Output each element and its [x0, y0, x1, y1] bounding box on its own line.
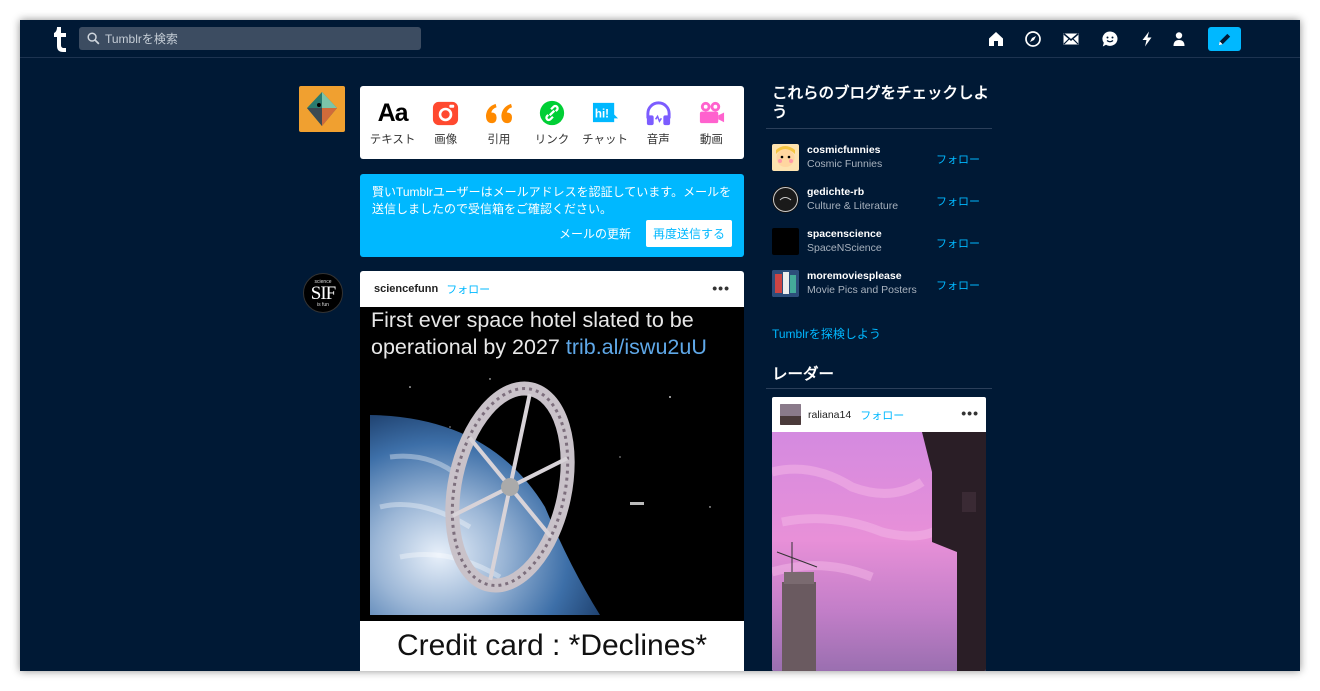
search-input[interactable] [105, 31, 405, 46]
recommended-blog-item[interactable]: cosmicfunnies Cosmic Funnies フォロー [772, 142, 992, 172]
inbox-icon[interactable] [1061, 29, 1081, 49]
quote-icon [486, 103, 513, 123]
blog-name[interactable]: cosmicfunnies [807, 144, 881, 156]
radar-post-header: raliana14 フォロー ••• [772, 397, 986, 432]
follow-button[interactable]: フォロー [936, 235, 980, 251]
post-type-label: 引用 [487, 134, 511, 146]
pencil-icon [1218, 33, 1231, 45]
recommended-blog-item[interactable]: spacenscience SpaceNScience フォロー [772, 226, 992, 256]
account-icon[interactable] [1169, 29, 1189, 49]
sunset-sky-image [772, 432, 986, 671]
meme-text: Credit card : *Declines* [396, 629, 708, 662]
search-bar[interactable] [79, 27, 421, 50]
blog-title: Culture & Literature [807, 200, 899, 212]
post-type-quote[interactable]: 引用 [473, 98, 525, 147]
post-type-audio[interactable]: 音声 [632, 98, 684, 147]
resend-button[interactable]: 再度送信する [645, 220, 732, 247]
image-caption-line-2: operational by 2027 trib.al/iswu2uU [371, 335, 707, 359]
blog-name[interactable]: spacenscience [807, 228, 882, 240]
post-author-avatar[interactable]: science SIF is fun [303, 273, 343, 313]
radar-username[interactable]: raliana14 [808, 409, 851, 421]
recommended-blogs-title: これらのブログをチェックしよう [772, 85, 990, 121]
post-type-label: 動画 [699, 134, 723, 146]
blog-name[interactable]: moremoviesplease [807, 270, 902, 282]
divider [766, 388, 992, 389]
svg-text:hi!: hi! [595, 108, 609, 120]
messaging-icon[interactable] [1100, 29, 1120, 49]
chat-icon: hi! [592, 102, 618, 122]
compose-button[interactable] [1208, 27, 1241, 51]
radar-title: レーダー [772, 366, 835, 383]
blog-avatar[interactable] [772, 186, 799, 213]
image-caption-line-1: First ever space hotel slated to be [371, 308, 694, 332]
post-username[interactable]: sciencefunn [374, 283, 438, 295]
more-options-icon[interactable]: ••• [961, 405, 979, 421]
home-icon[interactable] [986, 29, 1006, 49]
explore-tumblr-link[interactable]: Tumblrを探検しよう [772, 325, 881, 342]
blog-title: Cosmic Funnies [807, 158, 883, 170]
blog-avatar[interactable] [772, 270, 799, 297]
follow-button[interactable]: フォロー [936, 193, 980, 209]
post-type-label: 画像 [434, 134, 458, 146]
radar-avatar[interactable] [780, 404, 801, 425]
link-icon [539, 100, 565, 126]
post-type-text[interactable]: Aa テキスト [367, 98, 419, 147]
post-type-label: リンク [534, 134, 570, 146]
post-type-video[interactable]: 動画 [685, 98, 737, 147]
follow-button[interactable]: フォロー [860, 407, 904, 423]
post-header: sciencefunn フォロー ••• [360, 271, 744, 307]
recommended-blog-item[interactable]: moremoviesplease Movie Pics and Posters … [772, 268, 992, 298]
verify-message: 賢いTumblrユーザーはメールアドレスを認証しています。メールを送信しましたの… [372, 185, 732, 216]
video-icon [699, 101, 724, 123]
camera-icon [433, 101, 459, 125]
blog-title: Movie Pics and Posters [807, 284, 917, 296]
post-type-chat[interactable]: hi! チャット [579, 98, 631, 147]
divider [766, 128, 992, 129]
post-type-label: チャット [582, 134, 629, 146]
post-type-bar: Aa テキスト 画像 引用 リンク hi! チャット 音声 動画 [360, 86, 744, 159]
post-image: First ever space hotel slated to be oper… [360, 307, 744, 621]
avatar-text: SIF [310, 282, 336, 304]
blog-avatar[interactable] [772, 228, 799, 255]
activity-icon[interactable] [1137, 29, 1157, 49]
blog-avatar[interactable] [772, 144, 799, 171]
post-card: sciencefunn フォロー ••• First ever space ho… [360, 271, 744, 671]
tumblr-dashboard: Aa テキスト 画像 引用 [20, 20, 1300, 671]
post-type-photo[interactable]: 画像 [420, 98, 472, 147]
follow-button[interactable]: フォロー [936, 277, 980, 293]
top-navbar [20, 20, 1300, 58]
avatar-text-bottom: is fun [317, 301, 329, 308]
explore-icon[interactable] [1023, 29, 1043, 49]
image-caption-link: trib.al/iswu2uU [565, 335, 707, 359]
verify-email-banner: 賢いTumblrユーザーはメールアドレスを認証しています。メールを送信しましたの… [360, 174, 744, 257]
update-email-link[interactable]: メールの更新 [559, 225, 631, 242]
blog-title: SpaceNScience [807, 242, 882, 254]
search-icon [87, 32, 100, 45]
text-icon: Aa [377, 98, 409, 127]
post-type-label: 音声 [646, 134, 670, 146]
space-station-image [370, 367, 744, 615]
more-options-icon[interactable]: ••• [712, 280, 730, 296]
headphones-icon [646, 100, 671, 125]
user-avatar[interactable] [299, 86, 345, 132]
tumblr-logo[interactable] [50, 24, 70, 54]
blog-name[interactable]: gedichte-rb [807, 186, 864, 198]
post-type-link[interactable]: リンク [526, 98, 578, 147]
recommended-blog-item[interactable]: gedichte-rb Culture & Literature フォロー [772, 184, 992, 214]
follow-button[interactable]: フォロー [446, 281, 490, 297]
post-type-label: テキスト [369, 134, 416, 146]
follow-button[interactable]: フォロー [936, 151, 980, 167]
radar-post-card: raliana14 フォロー ••• [772, 397, 986, 671]
